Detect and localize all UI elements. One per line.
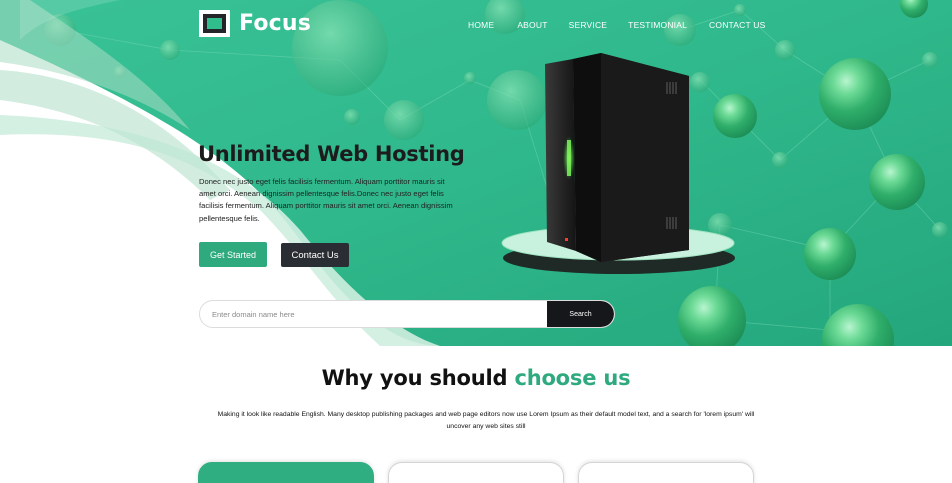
search-button[interactable]: Search: [547, 301, 614, 327]
page: Focus HOME ABOUT SERVICE TESTIMONIAL CON…: [0, 0, 952, 483]
why-choose-us-description: Making it look like readable English. Ma…: [217, 411, 755, 430]
feature-card-2[interactable]: [388, 462, 564, 483]
main-nav: HOME ABOUT SERVICE TESTIMONIAL CONTACT U…: [468, 20, 766, 30]
hero-description: Donec nec justo eget felis facilisis fer…: [199, 177, 453, 223]
hero-section: Focus HOME ABOUT SERVICE TESTIMONIAL CON…: [0, 0, 952, 346]
why-title-prefix: Why you should: [321, 366, 515, 390]
domain-search-bar: Search: [199, 300, 615, 328]
hero-title: Unlimited Web Hosting: [198, 142, 465, 166]
contact-us-button[interactable]: Contact Us: [281, 243, 349, 267]
nav-contact-us[interactable]: CONTACT US: [709, 20, 765, 30]
nav-service[interactable]: SERVICE: [569, 20, 608, 30]
domain-search-input[interactable]: [200, 301, 547, 327]
hero-background: [0, 0, 952, 346]
why-title-accent: choose us: [514, 366, 631, 390]
brand-logo[interactable]: Focus: [199, 10, 311, 37]
feature-card-3[interactable]: [578, 462, 754, 483]
square-logo-icon: [199, 10, 230, 37]
nav-about[interactable]: ABOUT: [517, 20, 547, 30]
nav-home[interactable]: HOME: [468, 20, 494, 30]
brand-name: Focus: [239, 11, 312, 36]
get-started-button[interactable]: Get Started: [199, 242, 267, 267]
nav-testimonial[interactable]: TESTIMONIAL: [628, 20, 687, 30]
why-choose-us-title: Why you should choose us: [0, 366, 952, 390]
feature-card-1[interactable]: [198, 462, 374, 483]
